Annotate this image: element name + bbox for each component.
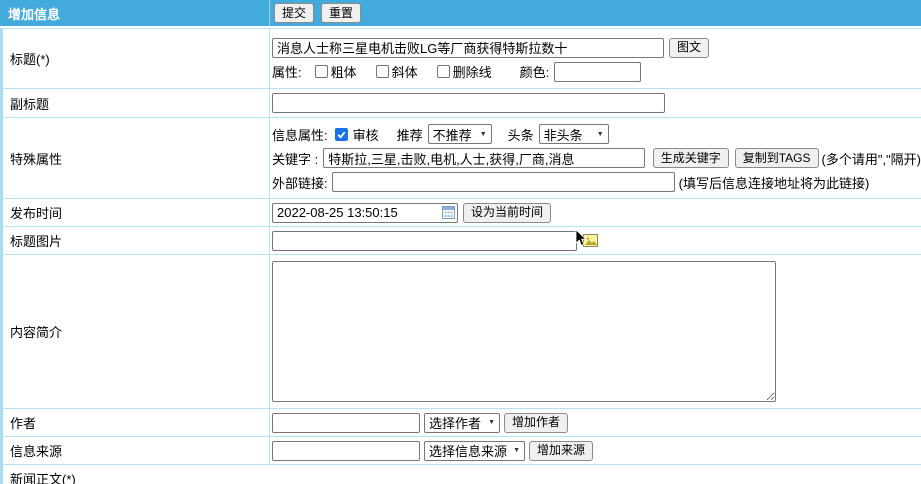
add-source-button[interactable]: 增加来源 (529, 441, 593, 461)
keywords-line: 关键字 : 生成关键字 复制到TAGS (多个请用","隔开) (272, 148, 921, 168)
recommend-label: 推荐 (397, 125, 423, 144)
audit-label: 审核 (353, 125, 379, 144)
headline-select[interactable]: 非头条 ▼ (539, 124, 609, 144)
subtitle-label: 副标题 (3, 89, 270, 117)
summary-label: 内容简介 (3, 255, 270, 408)
source-label: 信息来源 (3, 437, 270, 464)
row-subtitle: 副标题 (3, 89, 921, 118)
calendar-icon[interactable] (442, 206, 455, 219)
author-label: 作者 (3, 409, 270, 436)
headline-label: 头条 (508, 125, 534, 144)
row-title: 标题(*) 图文 属性: 粗体 斜体 删除线 颜色: (3, 29, 921, 89)
news-body-label: 新闻正文(*) (3, 465, 270, 484)
audit-checkbox[interactable] (335, 128, 348, 141)
submit-button[interactable]: 提交 (274, 3, 314, 23)
bold-label: 粗体 (331, 62, 357, 81)
external-link-input[interactable] (332, 172, 675, 192)
row-news-body: 新闻正文(*) (3, 465, 921, 484)
reset-button[interactable]: 重置 (321, 3, 361, 23)
strike-checkbox[interactable] (437, 65, 450, 78)
external-link-line: 外部链接: (填写后信息连接地址将为此链接) (272, 172, 921, 192)
title-label: 标题(*) (3, 29, 270, 88)
external-link-label: 外部链接: (272, 173, 328, 192)
color-input[interactable] (554, 62, 641, 82)
mouse-cursor-icon (575, 229, 587, 247)
author-select[interactable]: 选择作者 ▼ (424, 413, 500, 433)
set-current-time-button[interactable]: 设为当前时间 (463, 203, 551, 223)
author-input[interactable] (272, 413, 420, 433)
source-input[interactable] (272, 441, 420, 461)
recommend-select-value: 不推荐 (433, 125, 472, 144)
italic-label: 斜体 (392, 62, 418, 81)
chevron-down-icon: ▼ (476, 131, 487, 138)
row-title-image: 标题图片 (3, 227, 921, 255)
row-source: 信息来源 选择信息来源 ▼ 增加来源 (3, 437, 921, 465)
keywords-label: 关键字 : (272, 149, 318, 168)
title-image-input[interactable] (272, 231, 577, 251)
info-attr-line: 信息属性: 审核 推荐 不推荐 ▼ 头条 非头条 ▼ (272, 124, 921, 144)
header-actions: 提交 重置 (274, 3, 361, 23)
row-author: 作者 选择作者 ▼ 增加作者 (3, 409, 921, 437)
keywords-input[interactable] (323, 148, 644, 168)
chevron-down-icon: ▼ (593, 131, 604, 138)
recommend-select[interactable]: 不推荐 ▼ (428, 124, 492, 144)
external-link-note: (填写后信息连接地址将为此链接) (679, 173, 870, 192)
generate-keywords-button[interactable]: 生成关键字 (653, 148, 729, 168)
row-summary: 内容简介 (3, 255, 921, 409)
headline-select-value: 非头条 (544, 125, 583, 144)
attr-label: 属性: (272, 62, 302, 81)
special-attrs-label: 特殊属性 (3, 118, 270, 198)
source-select-value: 选择信息来源 (429, 441, 507, 460)
add-info-page: 增加信息 提交 重置 标题(*) 图文 属性: 粗体 斜体 (0, 0, 921, 484)
source-select[interactable]: 选择信息来源 ▼ (424, 441, 525, 461)
title-input[interactable] (272, 38, 664, 58)
row-publish-time: 发布时间 设为当前时间 (3, 199, 921, 227)
info-attr-label: 信息属性: (272, 125, 328, 144)
imgtext-button[interactable]: 图文 (669, 38, 709, 58)
color-label: 颜色: (520, 62, 550, 81)
author-select-value: 选择作者 (429, 413, 481, 432)
title-image-label: 标题图片 (3, 227, 270, 254)
summary-textarea[interactable] (272, 261, 776, 402)
copy-to-tags-button[interactable]: 复制到TAGS (735, 148, 819, 168)
italic-checkbox[interactable] (376, 65, 389, 78)
subtitle-input[interactable] (272, 93, 665, 113)
page-title: 增加信息 (0, 0, 270, 26)
chevron-down-icon: ▼ (484, 419, 495, 426)
publish-time-input[interactable] (272, 203, 458, 223)
publish-time-label: 发布时间 (3, 199, 270, 226)
add-author-button[interactable]: 增加作者 (504, 413, 568, 433)
row-special-attrs: 特殊属性 信息属性: 审核 推荐 不推荐 ▼ 头条 (3, 118, 921, 199)
bold-checkbox[interactable] (315, 65, 328, 78)
checkmark-icon (336, 129, 347, 140)
strike-label: 删除线 (453, 62, 492, 81)
form-header: 增加信息 提交 重置 (0, 0, 921, 28)
form-table: 标题(*) 图文 属性: 粗体 斜体 删除线 颜色: (0, 28, 921, 484)
chevron-down-icon: ▼ (509, 447, 520, 454)
keywords-note: (多个请用","隔开) (822, 149, 921, 168)
